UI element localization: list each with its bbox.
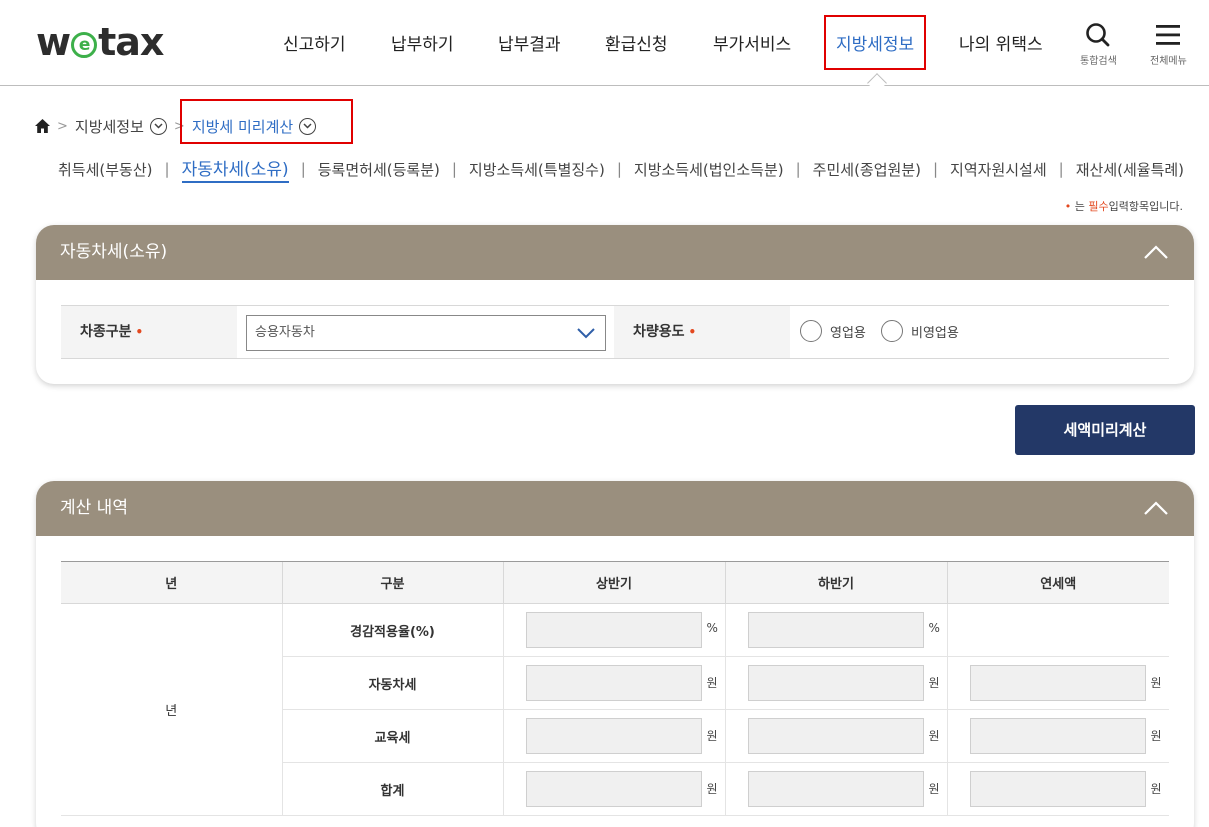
breadcrumb-local-tax-info[interactable]: 지방세정보	[75, 116, 144, 137]
second-half-reduction-field	[747, 612, 924, 648]
required-note: • 는 필수입력항목입니다.	[1064, 200, 1183, 213]
row-label: 합계	[281, 762, 503, 816]
chevron-down-icon	[577, 328, 595, 339]
search-icon	[1086, 23, 1110, 47]
tab-local-income-tax-corporate[interactable]: 지방소득세(법인소득분)	[634, 159, 784, 180]
tab-vehicle-tax[interactable]: 자동차세(소유)	[181, 155, 289, 183]
col-category: 구분	[281, 561, 503, 604]
tab-regional-resource-tax[interactable]: 지역자원시설세	[950, 159, 1047, 180]
nav-local-tax-info[interactable]: 지방세정보	[824, 15, 927, 70]
nav-file-report[interactable]: 신고하기	[283, 30, 346, 55]
first-half-reduction-field	[525, 612, 702, 648]
radio-circle-icon[interactable]	[881, 320, 903, 342]
radio-circle-icon[interactable]	[800, 320, 822, 342]
tab-acquisition-tax[interactable]: 취득세(부동산)	[58, 159, 153, 180]
col-second-half: 하반기	[724, 561, 947, 604]
col-first-half: 상반기	[502, 561, 725, 604]
row-label: 경감적용율(%)	[281, 603, 503, 657]
nav-payment-result[interactable]: 납부결과	[498, 30, 561, 55]
tax-precalc-button[interactable]: 세액미리계산	[1015, 405, 1195, 455]
radio-commercial[interactable]: 영업용	[800, 320, 866, 342]
collapse-icon[interactable]	[1144, 500, 1168, 516]
annual-vehicle-tax-field	[969, 665, 1146, 701]
form-panel-title: 자동차세(소유)	[60, 242, 168, 262]
radio-non-commercial[interactable]: 비영업용	[881, 320, 959, 342]
first-half-total-field	[525, 771, 702, 807]
table-header-row: 년 구분 상반기 하반기 연세액	[61, 561, 1169, 604]
collapse-icon[interactable]	[1144, 244, 1168, 260]
row-label: 자동차세	[281, 656, 503, 710]
second-half-total-field	[747, 771, 924, 807]
logo-w: w	[36, 20, 71, 64]
breadcrumb-separator-icon: >	[57, 118, 68, 134]
tab-registration-license-tax[interactable]: 등록면허세(등록분)	[318, 159, 440, 180]
vehicle-tax-form-panel: 자동차세(소유) 차종구분 • 승용자동차 차량용도 • 영업용 비영업용	[36, 225, 1194, 384]
home-icon[interactable]	[35, 119, 50, 133]
first-half-education-tax-field	[525, 718, 702, 754]
form-row: 차종구분 • 승용자동차 차량용도 • 영업용 비영업용	[61, 305, 1169, 359]
annual-total-field	[969, 771, 1146, 807]
row-label: 교육세	[281, 709, 503, 763]
logo-tax: tax	[98, 20, 164, 64]
second-half-vehicle-tax-field	[747, 665, 924, 701]
tax-type-tabs: 취득세(부동산) | 자동차세(소유) | 등록면허세(등록분) | 지방소득세(특별…	[58, 155, 1184, 183]
table-row: 년 경감적용율(%) % %	[61, 603, 1169, 816]
hamburger-icon	[1156, 25, 1181, 45]
vehicle-type-select[interactable]: 승용자동차	[246, 315, 606, 351]
nav-payment[interactable]: 납부하기	[391, 30, 454, 55]
all-menu-button[interactable]: 전체메뉴	[1150, 22, 1187, 67]
first-half-vehicle-tax-field	[525, 665, 702, 701]
col-annual: 연세액	[946, 561, 1169, 604]
chevron-down-icon[interactable]	[149, 117, 167, 135]
integrated-search-button[interactable]: 통합검색	[1080, 22, 1117, 67]
wetax-logo[interactable]: w e tax	[36, 20, 164, 64]
result-panel-title: 계산 내역	[60, 498, 128, 518]
usage-label: 차량용도 •	[614, 306, 790, 358]
nav-my-wetax[interactable]: 나의 위택스	[959, 30, 1043, 55]
breadcrumb-highlight	[180, 99, 353, 144]
menu-label: 전체메뉴	[1150, 56, 1187, 67]
annual-education-tax-field	[969, 718, 1146, 754]
calculation-result-panel: 계산 내역 년 구분 상반기 하반기 연세액 년 경감적용율(%) % % 자동…	[36, 481, 1194, 827]
search-label: 통합검색	[1080, 56, 1117, 67]
nav-extra-services[interactable]: 부가서비스	[713, 30, 791, 55]
tab-property-tax[interactable]: 재산세(세율특례)	[1076, 159, 1184, 180]
site-header: w e tax 신고하기 납부하기 납부결과 환급신청 부가서비스 지방세정보 나의…	[0, 0, 1209, 86]
second-half-education-tax-field	[747, 718, 924, 754]
nav-refund[interactable]: 환급신청	[605, 30, 668, 55]
col-year: 년	[61, 561, 282, 604]
result-table: 년 구분 상반기 하반기 연세액 년 경감적용율(%) % % 자동차세 원 원…	[61, 561, 1169, 816]
vehicle-type-label: 차종구분 •	[61, 306, 237, 358]
vehicle-type-value: 승용자동차	[255, 325, 315, 340]
tab-resident-tax[interactable]: 주민세(종업원분)	[813, 159, 921, 180]
year-cell: 년	[61, 603, 282, 816]
logo-e: e	[71, 32, 98, 58]
form-panel-header: 자동차세(소유)	[36, 225, 1194, 280]
tab-local-income-tax-withholding[interactable]: 지방소득세(특별징수)	[469, 159, 605, 180]
result-panel-header: 계산 내역	[36, 481, 1194, 536]
